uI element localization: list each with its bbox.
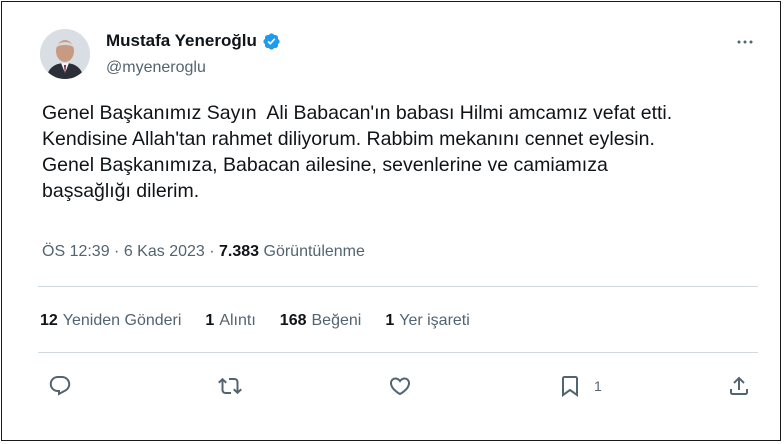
like-icon bbox=[389, 377, 411, 396]
reply-icon bbox=[49, 376, 71, 396]
tweet-meta: ÖS 12:39 · 6 Kas 2023 · 7.383 Görüntülen… bbox=[42, 243, 365, 261]
quotes-stat[interactable]: 1 Alıntı bbox=[205, 312, 255, 330]
action-bar: 1 bbox=[2, 373, 784, 399]
bookmark-button[interactable]: 1 bbox=[558, 373, 602, 399]
likes-count: 168 bbox=[279, 312, 307, 329]
views-label: Görüntülenme bbox=[263, 243, 365, 260]
views-count: 7.383 bbox=[219, 243, 260, 260]
reposts-label: Yeniden Gönderi bbox=[62, 312, 182, 329]
verified-badge-icon bbox=[262, 32, 281, 51]
share-button[interactable] bbox=[727, 373, 751, 399]
divider bbox=[38, 352, 758, 353]
bookmarks-count: 1 bbox=[385, 312, 395, 329]
avatar[interactable] bbox=[40, 29, 90, 79]
author-name[interactable]: Mustafa Yeneroğlu bbox=[106, 31, 257, 51]
reposts-stat[interactable]: 12 Yeniden Gönderi bbox=[40, 312, 181, 330]
author-handle[interactable]: @myeneroglu bbox=[106, 59, 206, 77]
meta-separator: · bbox=[109, 243, 124, 260]
tweet-date[interactable]: 6 Kas 2023 bbox=[124, 243, 205, 261]
bookmark-icon bbox=[562, 376, 578, 397]
reposts-count: 12 bbox=[40, 312, 58, 329]
more-options-icon[interactable] bbox=[733, 32, 757, 52]
bookmarks-stat[interactable]: 1 Yer işareti bbox=[385, 312, 469, 330]
engagement-stats: 12 Yeniden Gönderi 1 Alıntı 168 Beğeni 1… bbox=[40, 312, 494, 330]
tweet-text: Genel Başkanımız Sayın Ali Babacan'ın ba… bbox=[42, 102, 673, 202]
tweet-time[interactable]: ÖS 12:39 bbox=[42, 243, 110, 261]
like-button[interactable] bbox=[388, 373, 412, 399]
reply-button[interactable] bbox=[48, 373, 72, 399]
meta-separator: · bbox=[204, 243, 219, 260]
likes-stat[interactable]: 168 Beğeni bbox=[280, 312, 362, 330]
bookmarks-label: Yer işareti bbox=[399, 312, 470, 329]
repost-button[interactable] bbox=[218, 373, 242, 399]
tweet-card: Mustafa Yeneroğlu @myeneroglu Genel Başk… bbox=[1, 1, 781, 441]
divider bbox=[38, 286, 758, 287]
quotes-label: Alıntı bbox=[219, 312, 256, 329]
author-name-row[interactable]: Mustafa Yeneroğlu bbox=[106, 31, 281, 51]
likes-label: Beğeni bbox=[311, 312, 362, 329]
share-icon bbox=[730, 376, 748, 395]
bookmark-count: 1 bbox=[594, 378, 602, 394]
repost-icon bbox=[218, 377, 242, 395]
quotes-count: 1 bbox=[205, 312, 215, 329]
